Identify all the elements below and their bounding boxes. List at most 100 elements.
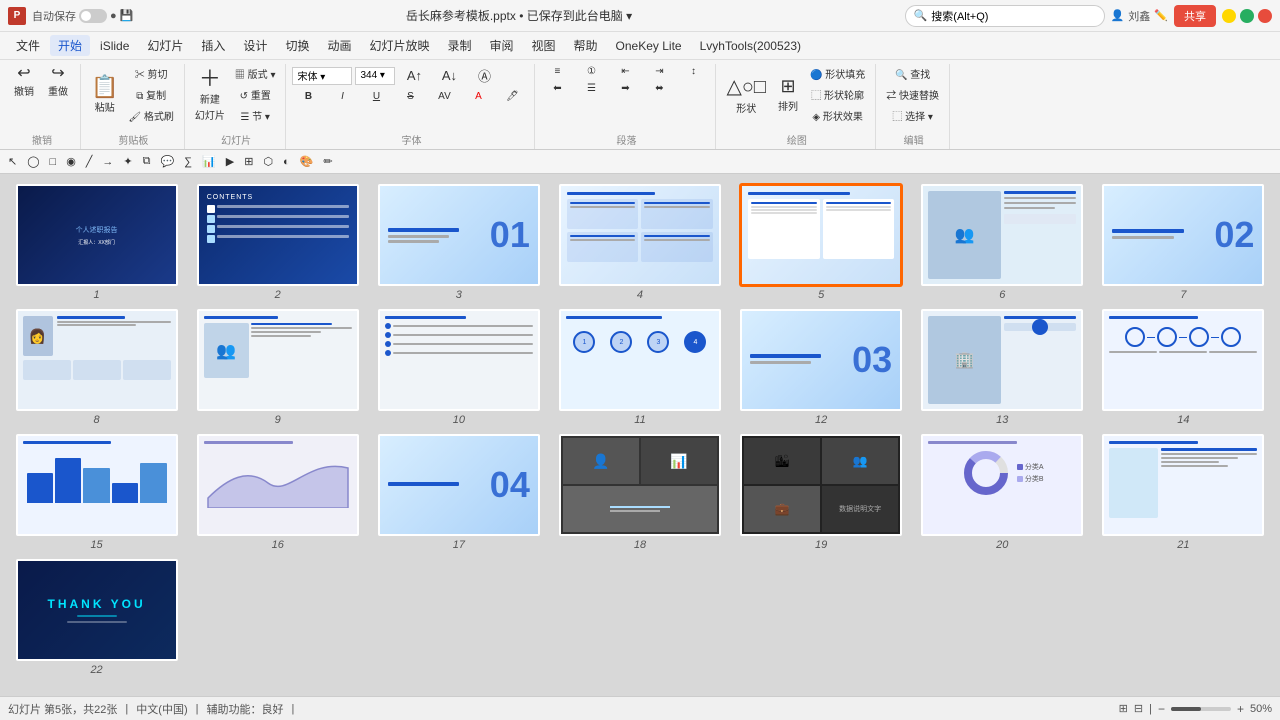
slide-item[interactable]: 🏙 👥 💼 数据说明文字 19 <box>735 434 908 551</box>
menu-item-OneKey Lite[interactable]: OneKey Lite <box>608 37 690 55</box>
zoom-out-btn[interactable]: − <box>1158 702 1165 716</box>
draw-callout[interactable]: 💬 <box>157 153 179 170</box>
draw-shapes[interactable]: ◯ <box>23 153 43 170</box>
autosave-toggle[interactable] <box>79 9 107 23</box>
align-left-button[interactable]: ⬅ <box>541 81 573 96</box>
draw-rect[interactable]: □ <box>46 154 61 170</box>
slide-item[interactable]: 个人述职报告 汇报人：XX部门 1 <box>10 184 183 301</box>
increase-indent-button[interactable]: ⇥ <box>643 64 675 79</box>
menu-item-开始[interactable]: 开始 <box>50 35 90 56</box>
search-bar[interactable]: 🔍 搜索(Alt+Q) <box>905 5 1105 27</box>
slide-item[interactable]: 14 <box>1097 309 1270 426</box>
view-normal-btn[interactable]: ⊞ <box>1119 702 1128 715</box>
zoom-bar[interactable] <box>1171 707 1231 711</box>
align-center-button[interactable]: ☰ <box>575 81 607 96</box>
slide-item[interactable]: 👥 9 <box>191 309 364 426</box>
slide-item[interactable]: 分类A 分类B 20 <box>916 434 1089 551</box>
strikethrough-button[interactable]: S <box>394 89 426 104</box>
font-decrease-button[interactable]: A↓ <box>433 66 465 85</box>
menu-item-录制[interactable]: 录制 <box>439 35 479 56</box>
slide-item[interactable]: 01 3 <box>372 184 545 301</box>
bullets-button[interactable]: ≡ <box>541 64 573 79</box>
draw-star[interactable]: ✦ <box>119 153 136 170</box>
menu-item-动画[interactable]: 动画 <box>319 35 359 56</box>
reset-button[interactable]: ↺ 重置 <box>231 85 280 104</box>
justify-button[interactable]: ⬌ <box>643 81 675 96</box>
arrange-button[interactable]: ⊞排列 <box>772 67 804 123</box>
menu-item-审阅[interactable]: 审阅 <box>482 35 522 56</box>
layout-button[interactable]: ▦ 版式 ▾ <box>231 64 280 83</box>
draw-equation[interactable]: ∑ <box>180 154 196 170</box>
slide-item[interactable]: CONTENTS 2 <box>191 184 364 301</box>
draw-flowchart[interactable]: ⧉ <box>139 153 155 170</box>
clear-format-button[interactable]: Ⓐ <box>468 64 500 87</box>
format-painter-button[interactable]: 🖌 格式刷 <box>124 106 177 125</box>
numbering-button[interactable]: ① <box>575 64 607 79</box>
shapes-button[interactable]: △○□形状 <box>722 67 770 123</box>
draw-more2[interactable]: ⬡ <box>259 153 277 170</box>
draw-pen[interactable]: ✏ <box>319 153 336 170</box>
close-button[interactable] <box>1258 9 1272 23</box>
font-size-select[interactable]: 344 ▾ <box>355 67 395 85</box>
highlight-button[interactable]: 🖊 <box>496 89 528 104</box>
replace-button[interactable]: ⇄ 快速替换 <box>882 85 943 104</box>
menu-item-文件[interactable]: 文件 <box>8 35 48 56</box>
new-slide-button[interactable]: ＋新建幻灯片 <box>191 66 229 124</box>
menu-item-切换[interactable]: 切换 <box>277 35 317 56</box>
draw-color[interactable]: 🎨 <box>296 153 318 170</box>
minimize-button[interactable] <box>1222 9 1236 23</box>
slide-item[interactable]: THANK YOU 22 <box>10 559 183 676</box>
font-family-select[interactable]: 宋体 ▾ <box>292 67 352 85</box>
menu-item-幻灯片放映[interactable]: 幻灯片放映 <box>361 35 437 56</box>
shape-fill-button[interactable]: 🔵 形状填充 <box>806 64 869 83</box>
decrease-indent-button[interactable]: ⇤ <box>609 64 641 79</box>
draw-arrow[interactable]: → <box>98 154 117 170</box>
bold-button[interactable]: B <box>292 89 324 104</box>
menu-item-帮助[interactable]: 帮助 <box>566 35 606 56</box>
slide-item[interactable]: 5 <box>735 184 908 301</box>
slide-item[interactable]: 03 12 <box>735 309 908 426</box>
slide-item[interactable]: 04 17 <box>372 434 545 551</box>
menu-item-幻灯片[interactable]: 幻灯片 <box>139 35 191 56</box>
menu-item-LvyhTools(200523)[interactable]: LvyhTools(200523) <box>692 37 809 55</box>
draw-chart[interactable]: 📊 <box>198 153 220 170</box>
slide-item[interactable]: 10 <box>372 309 545 426</box>
menu-item-iSlide[interactable]: iSlide <box>92 37 137 55</box>
maximize-button[interactable] <box>1240 9 1254 23</box>
section-button[interactable]: ☰ 节 ▾ <box>231 106 280 125</box>
draw-fill[interactable]: ◐ <box>279 154 294 170</box>
slide-item[interactable]: 02 7 <box>1097 184 1270 301</box>
undo-button[interactable]: ↩撤销 <box>8 64 40 100</box>
font-color-button[interactable]: A <box>462 89 494 104</box>
cut-button[interactable]: ✂ 剪切 <box>124 64 177 83</box>
share-button[interactable]: 共享 <box>1174 5 1216 27</box>
align-right-button[interactable]: ➡ <box>609 81 641 96</box>
slide-item[interactable]: 4 <box>553 184 726 301</box>
draw-media[interactable]: ▶ <box>222 153 238 170</box>
menu-item-视图[interactable]: 视图 <box>524 35 564 56</box>
slide-item[interactable]: 🏢 13 <box>916 309 1089 426</box>
slide-item[interactable]: 16 <box>191 434 364 551</box>
draw-line[interactable]: ╱ <box>82 153 97 170</box>
slide-item[interactable]: 1 2 3 4 11 <box>553 309 726 426</box>
line-spacing-button[interactable]: ↕ <box>677 64 709 79</box>
view-sorter-btn[interactable]: ⊟ <box>1134 702 1143 715</box>
menu-item-插入[interactable]: 插入 <box>193 35 233 56</box>
draw-circle2[interactable]: ◉ <box>62 153 80 170</box>
draw-more1[interactable]: ⊞ <box>240 153 257 170</box>
menu-item-设计[interactable]: 设计 <box>235 35 275 56</box>
char-spacing-button[interactable]: AV <box>428 89 460 104</box>
slide-item[interactable]: 15 <box>10 434 183 551</box>
select-button[interactable]: ⬚ 选择 ▾ <box>882 106 943 125</box>
slide-item[interactable]: 👥 6 <box>916 184 1089 301</box>
font-increase-button[interactable]: A↑ <box>398 66 430 85</box>
draw-select[interactable]: ↖ <box>4 153 21 170</box>
underline-button[interactable]: U <box>360 89 392 104</box>
redo-button[interactable]: ↪重做 <box>42 64 74 100</box>
shape-effect-button[interactable]: ◈ 形状效果 <box>806 106 869 125</box>
italic-button[interactable]: I <box>326 89 358 104</box>
paste-button[interactable]: 📋粘贴 <box>87 67 122 123</box>
copy-button[interactable]: ⧉ 复制 <box>124 85 177 104</box>
slide-item[interactable]: 21 <box>1097 434 1270 551</box>
slide-item[interactable]: 👩 8 <box>10 309 183 426</box>
